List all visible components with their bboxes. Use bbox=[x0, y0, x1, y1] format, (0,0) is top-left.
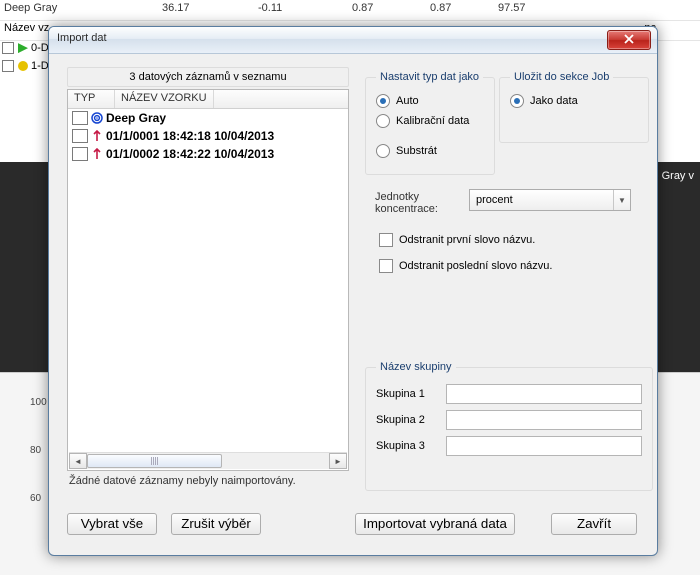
arrow-up-icon bbox=[90, 129, 104, 143]
save-section-group: Uložit do sekce Job Jako data bbox=[499, 71, 649, 143]
radio-icon bbox=[376, 94, 390, 108]
bg-c5: 97.57 bbox=[498, 2, 526, 14]
list-item[interactable]: Deep Gray bbox=[68, 109, 348, 127]
bg-c3: 0.87 bbox=[352, 2, 373, 14]
scroll-track[interactable] bbox=[87, 454, 329, 468]
row-label: Deep Gray bbox=[106, 111, 166, 125]
radio-auto[interactable]: Auto bbox=[376, 91, 484, 111]
target-icon bbox=[90, 111, 104, 125]
group-3-input[interactable] bbox=[446, 436, 642, 456]
horizontal-scrollbar[interactable]: ◄ ► bbox=[69, 452, 347, 469]
flag-green-icon bbox=[18, 43, 28, 53]
remove-last-word-checkbox[interactable]: Odstranit poslední slovo názvu. bbox=[379, 259, 552, 273]
group-2-label: Skupina 2 bbox=[376, 414, 436, 426]
bg-c4: 0.87 bbox=[430, 2, 451, 14]
radio-as-data[interactable]: Jako data bbox=[510, 91, 638, 111]
import-status: Žádné datové záznamy nebyly naimportován… bbox=[69, 475, 296, 487]
data-type-legend: Nastavit typ dat jako bbox=[376, 71, 483, 83]
bg-col-name: Název vz bbox=[4, 22, 49, 34]
list-rows: Deep Gray 01/1/0001 18:42:18 10/04/2013 … bbox=[68, 109, 348, 163]
radio-icon bbox=[376, 144, 390, 158]
col-name[interactable]: NÁZEV VZORKU bbox=[115, 90, 214, 108]
bg-c1: 36.17 bbox=[162, 2, 190, 14]
scroll-right-button[interactable]: ► bbox=[329, 453, 347, 469]
group-name-row: Skupina 1 bbox=[376, 381, 642, 407]
axis-tick: 80 bbox=[30, 445, 41, 456]
data-type-group: Nastavit typ dat jako Auto Kalibrační da… bbox=[365, 71, 495, 175]
dialog-body: 3 datových záznamů v seznamu TYP NÁZEV V… bbox=[57, 61, 649, 547]
remove-first-word-checkbox[interactable]: Odstranit první slovo názvu. bbox=[379, 233, 535, 247]
row-checkbox[interactable] bbox=[72, 147, 88, 161]
close-button[interactable] bbox=[607, 30, 651, 50]
close-dialog-button[interactable]: Zavřít bbox=[551, 513, 637, 535]
group-1-label: Skupina 1 bbox=[376, 388, 436, 400]
import-dialog: Import dat 3 datových záznamů v seznamu … bbox=[48, 26, 658, 556]
group-3-label: Skupina 3 bbox=[376, 440, 436, 452]
units-combobox[interactable]: procent ▼ bbox=[469, 189, 631, 211]
axis-tick: 100 bbox=[30, 397, 47, 408]
bg-name: Deep Gray bbox=[4, 2, 57, 14]
chevron-down-icon: ▼ bbox=[613, 190, 630, 210]
col-typ[interactable]: TYP bbox=[68, 90, 115, 108]
checkbox-icon bbox=[379, 233, 393, 247]
row-checkbox[interactable] bbox=[72, 111, 88, 125]
flag-yellow-icon bbox=[18, 61, 28, 71]
arrow-up-icon bbox=[90, 147, 104, 161]
group-name-row: Skupina 3 bbox=[376, 433, 642, 459]
radio-calibration[interactable]: Kalibrační data bbox=[376, 111, 484, 131]
group-1-input[interactable] bbox=[446, 384, 642, 404]
record-list[interactable]: TYP NÁZEV VZORKU Deep Gray 01/1/0001 18:… bbox=[67, 89, 349, 471]
close-icon bbox=[624, 34, 634, 44]
import-selected-button[interactable]: Importovat vybraná data bbox=[355, 513, 515, 535]
bg-c2: -0.11 bbox=[258, 2, 282, 14]
dialog-title: Import dat bbox=[57, 32, 107, 44]
units-label: Jednotky koncentrace: bbox=[375, 191, 455, 215]
group-2-input[interactable] bbox=[446, 410, 642, 430]
group-names: Název skupiny Skupina 1 Skupina 2 Skupin… bbox=[365, 361, 653, 491]
save-section-legend: Uložit do sekce Job bbox=[510, 71, 613, 83]
row-label: 01/1/0002 18:42:22 10/04/2013 bbox=[106, 147, 274, 161]
group-name-row: Skupina 2 bbox=[376, 407, 642, 433]
list-item[interactable]: 01/1/0002 18:42:22 10/04/2013 bbox=[68, 145, 348, 163]
radio-substrate[interactable]: Substrát bbox=[376, 141, 484, 161]
radio-icon bbox=[376, 114, 390, 128]
row-checkbox[interactable] bbox=[72, 129, 88, 143]
axis-tick: 60 bbox=[30, 493, 41, 504]
checkbox-icon bbox=[379, 259, 393, 273]
radio-icon bbox=[510, 94, 524, 108]
scroll-thumb[interactable] bbox=[87, 454, 222, 468]
titlebar[interactable]: Import dat bbox=[49, 27, 657, 54]
bg-data-row: Deep Gray 36.17 -0.11 0.87 0.87 97.57 bbox=[0, 0, 700, 21]
select-all-button[interactable]: Vybrat vše bbox=[67, 513, 157, 535]
deselect-button[interactable]: Zrušit výběr bbox=[171, 513, 261, 535]
units-value: procent bbox=[470, 194, 613, 206]
record-count-label: 3 datových záznamů v seznamu bbox=[67, 67, 349, 87]
scroll-left-button[interactable]: ◄ bbox=[69, 453, 87, 469]
list-item[interactable]: 01/1/0001 18:42:18 10/04/2013 bbox=[68, 127, 348, 145]
row-label: 01/1/0001 18:42:18 10/04/2013 bbox=[106, 129, 274, 143]
list-header: TYP NÁZEV VZORKU bbox=[68, 90, 348, 109]
group-names-legend: Název skupiny bbox=[376, 361, 456, 373]
